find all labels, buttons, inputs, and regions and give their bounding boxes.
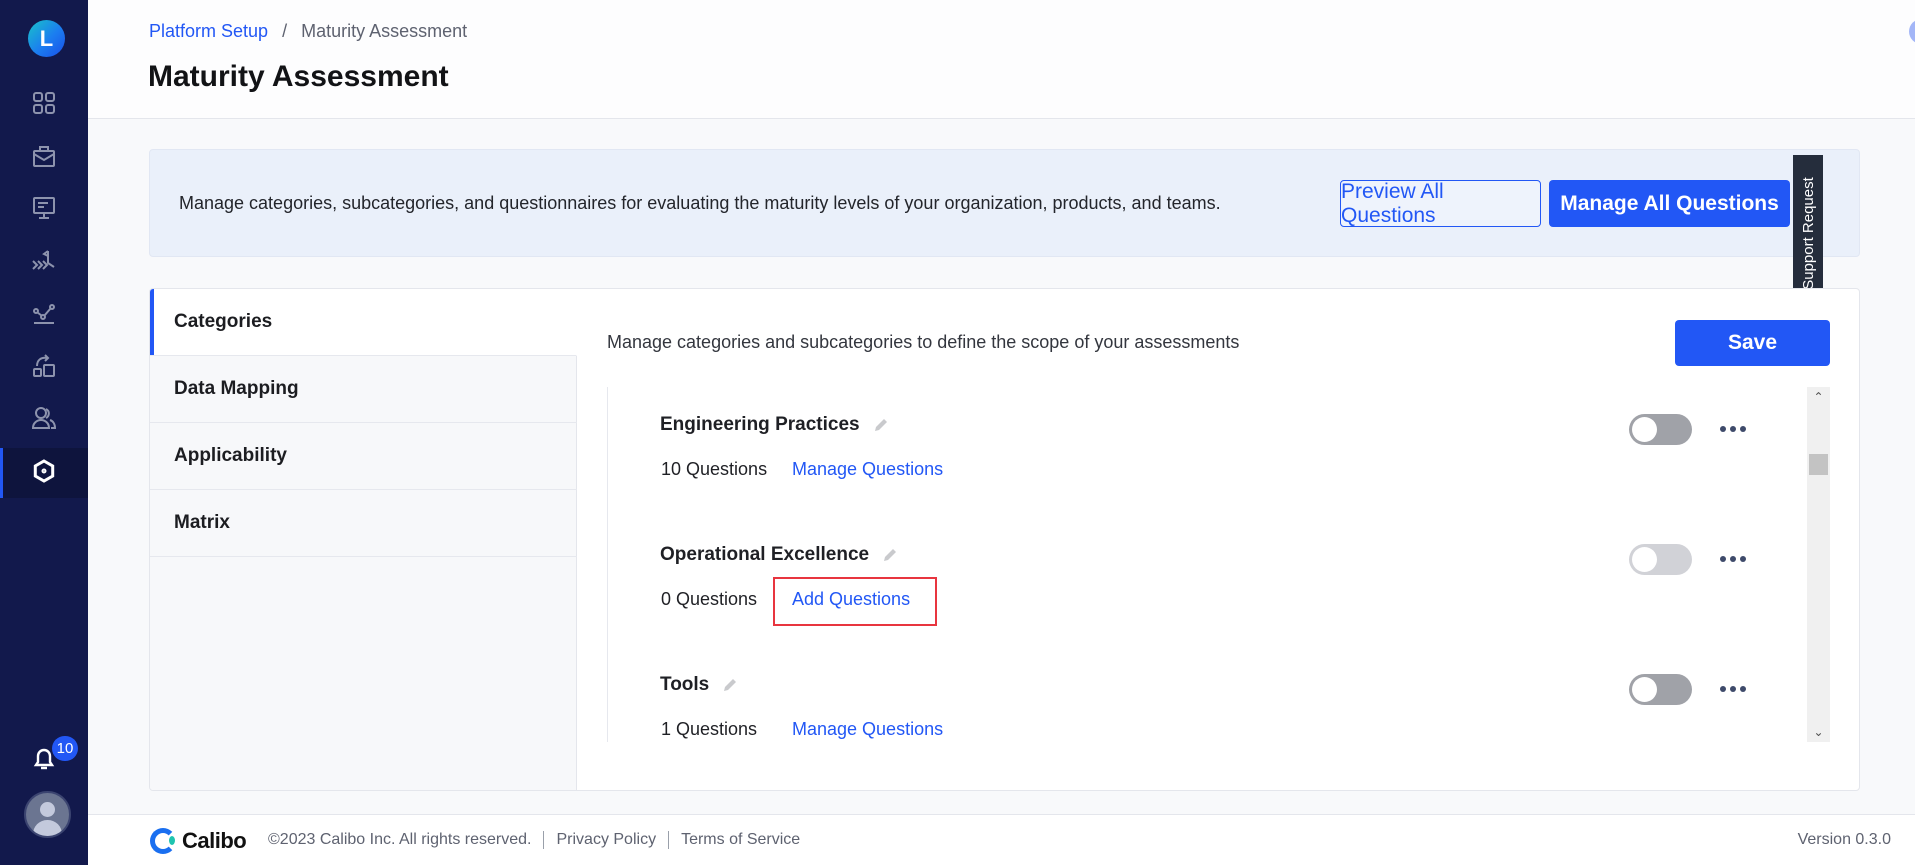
support-request-label: Support Request: [1799, 177, 1817, 290]
page-header: Platform Setup / Maturity Assessment Mat…: [88, 0, 1915, 119]
help-icon[interactable]: ?: [1909, 19, 1915, 44]
preview-all-questions-button[interactable]: Preview All Questions: [1340, 180, 1541, 227]
highlight-annotation: [773, 577, 937, 626]
nav-orchestrate[interactable]: [0, 343, 88, 393]
brand-name: Calibo: [182, 828, 247, 853]
category-name-row: Tools: [660, 674, 739, 696]
settings-card: Categories Data Mapping Applicability Ma…: [149, 288, 1860, 791]
category-name-row: Engineering Practices: [660, 414, 890, 436]
grid-icon: [30, 89, 58, 122]
info-banner: Manage categories, subcategories, and qu…: [149, 149, 1860, 257]
category-name: Tools: [660, 674, 710, 695]
footer-links: ©2023 Calibo Inc. All rights reserved. P…: [268, 831, 800, 849]
question-count: 0 Questions: [661, 589, 758, 609]
footer-divider: [543, 831, 545, 849]
breadcrumb-current: Maturity Assessment: [301, 21, 468, 41]
tab-applicability[interactable]: Applicability: [150, 423, 577, 490]
analytics-icon: [30, 299, 58, 332]
transform-icon: [30, 352, 58, 385]
breadcrumb-platform-setup[interactable]: Platform Setup: [149, 21, 268, 42]
page-title: Maturity Assessment: [148, 60, 449, 93]
briefcase-icon: [30, 142, 58, 175]
presentation-icon: [30, 194, 58, 227]
nav-platform-setup[interactable]: [0, 448, 88, 498]
tab-categories[interactable]: Categories: [150, 289, 577, 356]
list-scrollbar[interactable]: ⌃ ⌄: [1807, 387, 1830, 742]
more-options-icon[interactable]: [1720, 419, 1746, 439]
pencil-icon[interactable]: [881, 546, 899, 564]
category-toggle[interactable]: [1629, 414, 1692, 445]
banner-description: Manage categories, subcategories, and qu…: [179, 193, 1221, 213]
calibo-mark-icon: [150, 828, 176, 854]
nav-teams[interactable]: [0, 395, 88, 445]
category-name: Operational Excellence: [660, 544, 870, 565]
version-label: Version 0.3.0: [1797, 831, 1891, 848]
manage-questions-link[interactable]: Manage Questions: [792, 719, 943, 740]
copyright-text: ©2023 Calibo Inc. All rights reserved.: [268, 831, 532, 848]
footer: Calibo ©2023 Calibo Inc. All rights rese…: [88, 814, 1915, 865]
more-options-icon[interactable]: [1720, 549, 1746, 569]
app-logo[interactable]: L: [28, 20, 65, 57]
manage-questions-link[interactable]: Manage Questions: [792, 459, 943, 480]
question-count: 1 Questions: [661, 719, 758, 739]
avatar-head: [40, 802, 55, 817]
user-avatar[interactable]: [24, 791, 71, 838]
toggle-knob: [1632, 677, 1657, 702]
users-icon: [30, 404, 58, 437]
breadcrumb: Platform Setup / Maturity Assessment: [149, 21, 467, 42]
category-toggle[interactable]: [1629, 674, 1692, 705]
chevron-up-icon[interactable]: ⌃: [1807, 387, 1830, 407]
footer-divider: [668, 831, 670, 849]
notification-badge: 10: [52, 736, 78, 761]
scrollbar-thumb[interactable]: [1809, 454, 1828, 475]
tab-matrix[interactable]: Matrix: [150, 490, 577, 557]
nav-ideation[interactable]: [0, 185, 88, 235]
content-description: Manage categories and subcategories to d…: [607, 332, 1240, 352]
category-toggle[interactable]: [1629, 544, 1692, 575]
more-options-icon[interactable]: [1720, 679, 1746, 699]
vertical-tabs: Categories Data Mapping Applicability Ma…: [150, 289, 577, 790]
nav-plan[interactable]: [0, 238, 88, 288]
nav-insights[interactable]: [0, 290, 88, 340]
calibo-logo: Calibo: [150, 828, 247, 854]
breadcrumb-separator: /: [282, 21, 288, 41]
roadmap-icon: [30, 247, 58, 280]
manage-all-questions-button[interactable]: Manage All Questions: [1549, 180, 1790, 227]
category-name: Engineering Practices: [660, 414, 860, 435]
toggle-knob: [1632, 547, 1657, 572]
save-button[interactable]: Save: [1675, 320, 1830, 366]
nav-dashboard[interactable]: [0, 80, 88, 130]
nav-portfolio[interactable]: [0, 133, 88, 183]
terms-of-service-link[interactable]: Terms of Service: [681, 831, 800, 849]
category-list: Engineering Practices 10 Questions Manag…: [607, 387, 1831, 742]
avatar-body: [33, 820, 62, 836]
bell-icon: [30, 748, 58, 777]
category-name-row: Operational Excellence: [660, 544, 899, 566]
tab-data-mapping[interactable]: Data Mapping: [150, 356, 577, 423]
toggle-knob: [1632, 417, 1657, 442]
question-count: 10 Questions: [661, 459, 768, 479]
pencil-icon[interactable]: [721, 676, 739, 694]
sidebar: L 10: [0, 0, 88, 865]
chevron-down-icon[interactable]: ⌄: [1807, 722, 1830, 742]
gear-icon: [30, 457, 58, 490]
pencil-icon[interactable]: [872, 416, 890, 434]
privacy-policy-link[interactable]: Privacy Policy: [556, 831, 656, 849]
